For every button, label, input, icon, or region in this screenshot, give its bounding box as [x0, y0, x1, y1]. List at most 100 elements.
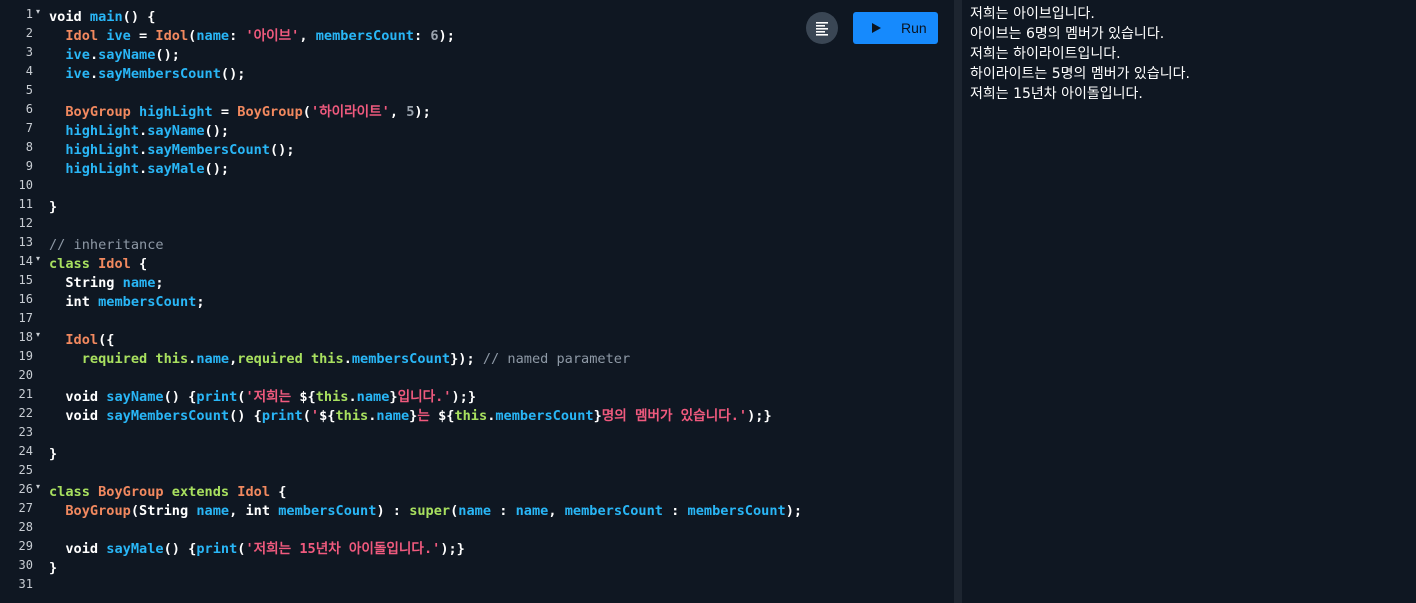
code-line[interactable]: 25	[0, 463, 954, 483]
code-line[interactable]: 14 ▾ class Idol {	[0, 254, 954, 274]
code-text[interactable]: class BoyGroup extends Idol {	[49, 483, 286, 502]
code-token: sayMembersCount	[106, 408, 230, 424]
code-line[interactable]: 17	[0, 311, 954, 331]
code-token: sayMembersCount	[98, 66, 221, 82]
code-text[interactable]: BoyGroup(String name, int membersCount) …	[49, 502, 802, 521]
code-token: ({	[98, 332, 115, 348]
code-token: String	[139, 503, 197, 519]
code-text[interactable]: void sayName() {print('저희는 ${this.name}입…	[49, 388, 476, 407]
code-token: ive	[65, 66, 90, 82]
code-line[interactable]: 30}	[0, 558, 954, 578]
code-token: =	[212, 104, 238, 120]
code-line[interactable]: 4 ive.sayMembersCount();	[0, 64, 954, 84]
line-number: 18	[18, 330, 33, 344]
code-token: print	[196, 541, 238, 557]
code-token: name	[196, 351, 230, 367]
code-line[interactable]: 29 void sayMale() {print('저희는 15년차 아이돌입니…	[0, 539, 954, 559]
code-text[interactable]: ive.sayName();	[49, 46, 180, 65]
code-line[interactable]: 28	[0, 520, 954, 540]
code-line[interactable]: 7 highLight.sayName();	[0, 121, 954, 141]
code-text[interactable]: String name;	[49, 274, 163, 293]
code-token: int	[245, 503, 279, 519]
code-token: '저희는	[245, 389, 300, 405]
code-text[interactable]: Idol ive = Idol(name: '아이브', membersCoun…	[49, 27, 455, 46]
code-text[interactable]: ive.sayMembersCount();	[49, 65, 245, 84]
output-line: 저희는 아이브입니다.	[970, 6, 1095, 22]
code-text[interactable]: required this.name,required this.members…	[49, 350, 630, 369]
code-token: extends	[171, 484, 238, 500]
code-line[interactable]: 27 BoyGroup(String name, int membersCoun…	[0, 501, 954, 521]
fold-arrow-icon[interactable]: ▾	[36, 7, 40, 17]
code-line[interactable]: 21 void sayName() {print('저희는 ${this.nam…	[0, 387, 954, 407]
code-text[interactable]: // inheritance	[49, 236, 164, 255]
code-text[interactable]: BoyGroup highLight = BoyGroup('하이라이트', 5…	[49, 103, 430, 122]
code-text[interactable]: int membersCount;	[49, 293, 204, 312]
code-line[interactable]: 19 required this.name,required this.memb…	[0, 349, 954, 369]
code-line[interactable]: 16 int membersCount;	[0, 292, 954, 312]
code-token: void	[49, 9, 90, 25]
fold-arrow-icon[interactable]: ▾	[36, 254, 40, 264]
code-line[interactable]: 12	[0, 216, 954, 236]
code-line[interactable]: 24}	[0, 444, 954, 464]
code-token: BoyGroup	[98, 484, 172, 500]
code-line[interactable]: 31	[0, 577, 954, 597]
code-line[interactable]: 5	[0, 83, 954, 103]
code-line[interactable]: 3 ive.sayName();	[0, 45, 954, 65]
line-number: 14	[18, 254, 33, 268]
code-line[interactable]: 6 BoyGroup highLight = BoyGroup('하이라이트',…	[0, 102, 954, 122]
run-button[interactable]: Run	[853, 12, 938, 44]
fold-arrow-icon[interactable]: ▾	[36, 330, 40, 340]
line-number: 16	[18, 292, 33, 306]
code-line[interactable]: 13 // inheritance	[0, 235, 954, 255]
format-button[interactable]	[806, 12, 838, 44]
code-token: name	[122, 275, 156, 291]
code-token: () {	[229, 408, 262, 424]
output-line: 하이라이트는 5명의 멤버가 있습니다.	[970, 66, 1190, 82]
code-line[interactable]: 10	[0, 178, 954, 198]
code-text[interactable]: highLight.sayMale();	[49, 160, 229, 179]
code-line[interactable]: 11}	[0, 197, 954, 217]
code-token: ${	[299, 389, 316, 405]
panel-divider[interactable]	[954, 0, 962, 603]
code-token: class	[49, 484, 99, 500]
fold-arrow-icon[interactable]: ▾	[36, 482, 40, 492]
code-line[interactable]: 26 ▾ class BoyGroup extends Idol {	[0, 482, 954, 502]
code-text[interactable]: }	[49, 559, 57, 578]
code-text[interactable]: void sayMembersCount() {print('${this.na…	[49, 407, 772, 426]
code-token: sayName	[98, 47, 156, 63]
code-line[interactable]: 8 highLight.sayMembersCount();	[0, 140, 954, 160]
code-line[interactable]: 15 String name;	[0, 273, 954, 293]
code-text[interactable]: highLight.sayName();	[49, 122, 229, 141]
code-token: ,	[229, 503, 246, 519]
code-text[interactable]: void sayMale() {print('저희는 15년차 아이돌입니다.'…	[49, 540, 465, 559]
code-text[interactable]: highLight.sayMembersCount();	[49, 141, 294, 160]
code-line[interactable]: 23	[0, 425, 954, 445]
code-text[interactable]: }	[49, 445, 57, 464]
code-token: ,	[299, 28, 316, 44]
code-text[interactable]: void main() {	[49, 8, 155, 27]
code-token: sayName	[147, 123, 205, 139]
code-token: membersCount	[98, 294, 197, 310]
code-token: );	[785, 503, 803, 519]
code-line[interactable]: 20	[0, 368, 954, 388]
code-text[interactable]: }	[49, 198, 57, 217]
code-text[interactable]: class Idol {	[49, 255, 147, 274]
code-line[interactable]: 18 ▾ Idol({	[0, 330, 954, 350]
line-number: 22	[18, 406, 33, 420]
code-line[interactable]: 9 highLight.sayMale();	[0, 159, 954, 179]
code-token: );}	[747, 408, 772, 424]
code-editor[interactable]: 1 ▾ void main() {2 Idol ive = Idol(name: '…	[0, 0, 954, 603]
code-token: :	[491, 503, 516, 519]
code-line[interactable]: 22 void sayMembersCount() {print('${this…	[0, 406, 954, 426]
code-text[interactable]: Idol({	[49, 331, 115, 350]
code-token: highLight	[65, 123, 140, 139]
code-token: super	[409, 503, 451, 519]
code-token: 는	[417, 408, 439, 424]
